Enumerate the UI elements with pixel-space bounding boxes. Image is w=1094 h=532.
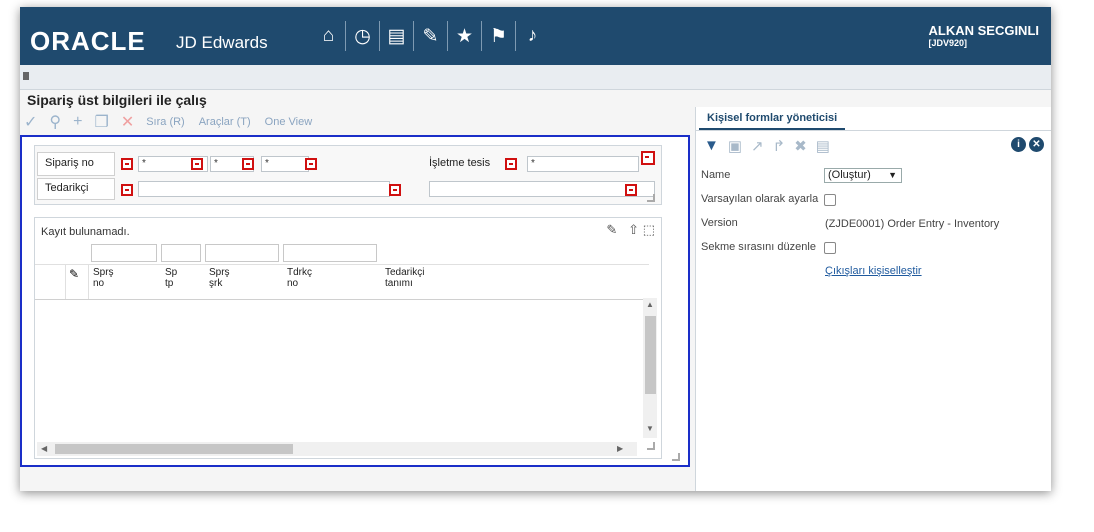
form-toolbar: ✓ ⚲ + ❐ ✕ Sıra (R) Araçlar (T) One View (24, 112, 326, 132)
personal-forms-panel: Kişisel formlar yöneticisi ▼ ▣ ↗ ↱ ✖ ▤ i… (695, 107, 1051, 491)
save-icon[interactable]: ▼ (704, 137, 719, 155)
version-value: (ZJDE0001) Order Entry - Inventory (825, 218, 1000, 230)
order-no-field-3[interactable]: * (261, 156, 309, 172)
horizontal-scrollbar[interactable]: ◀ ▶ (37, 442, 637, 456)
form-area: Sipariş no * * * Tedarikçi İşletme tesis… (20, 135, 690, 467)
required-icon (505, 158, 517, 170)
business-unit-field[interactable]: * (527, 156, 639, 172)
grid-column-header: ✎ Sprş no Sp tp Sprş şrk Tdrkç no Tedarikçi t… (35, 264, 649, 300)
col-order-no[interactable]: Sprş no (93, 267, 114, 289)
col-supplier-no[interactable]: Tdrkç no (287, 267, 312, 289)
user-name: ALKAN SECGINLI (928, 23, 1040, 38)
required-icon (641, 151, 655, 165)
required-icon (242, 158, 254, 170)
top-navigation-bar: ORACLE JD Edwards ⌂ ◷ ▤ ✎ ★ ⚑ ♪ ALKAN SE… (20, 7, 1051, 65)
resize-handle[interactable] (672, 453, 680, 461)
default-checkbox[interactable] (824, 194, 836, 206)
star-icon[interactable]: ★ (448, 21, 482, 51)
panel-toolbar: ▼ ▣ ↗ ↱ ✖ ▤ (704, 137, 839, 155)
filter-order-no[interactable] (91, 244, 157, 262)
sequence-menu[interactable]: Sıra (R) (146, 116, 185, 128)
user-environment: [JDV920] (928, 38, 968, 48)
col-supplier-description[interactable]: Tedarikçi tanımı (385, 267, 424, 289)
chart-icon[interactable]: ▤ (380, 21, 414, 51)
required-icon (121, 158, 133, 170)
supplier-label: Tedarikçi (45, 182, 89, 194)
panel-info-controls: i ✕ (1008, 137, 1044, 152)
fullscreen-icon[interactable]: ⬚ (643, 222, 655, 237)
delete-form-icon[interactable]: ✖ (794, 137, 807, 155)
notes-icon[interactable]: ▤ (816, 137, 830, 155)
no-records-message: Kayıt bulunamadı. (41, 226, 130, 238)
filter-supplier-no[interactable] (283, 244, 377, 262)
resize-handle[interactable] (647, 194, 655, 202)
required-icon (389, 184, 401, 196)
oneview-menu[interactable]: One View (265, 116, 313, 128)
default-label: Varsayılan olarak ayarla (701, 193, 819, 205)
chevron-down-icon: ▼ (888, 170, 897, 180)
horizontal-scroll-thumb[interactable] (55, 444, 293, 454)
collapse-icon[interactable] (23, 72, 29, 80)
check-icon[interactable]: ✓ (24, 112, 37, 132)
filter-order-type[interactable] (161, 244, 201, 262)
tab-personal-forms[interactable]: Kişisel formlar yöneticisi (699, 109, 846, 131)
copy-icon[interactable]: ❐ (94, 112, 108, 132)
share-icon[interactable]: ↗ (751, 137, 764, 155)
publish-icon[interactable]: ↱ (773, 137, 786, 155)
user-menu[interactable]: ALKAN SECGINLI [JDV920] (929, 23, 1040, 48)
upload-icon[interactable]: ⇧ (628, 222, 639, 237)
col-order-company[interactable]: Sprş şrk (209, 267, 230, 289)
search-icon[interactable]: ⚲ (49, 112, 61, 132)
tab-order-label: Sekme sırasını düzenle (701, 241, 816, 253)
business-unit-label: İşletme tesis (429, 157, 491, 169)
name-select[interactable]: (Oluştur) ▼ (824, 168, 902, 183)
column-settings-icon[interactable]: ✎ (69, 267, 79, 281)
home-icon[interactable]: ⌂ (312, 21, 346, 51)
flag-icon[interactable]: ⚑ (482, 21, 516, 51)
select-column: ✎ (65, 265, 89, 299)
description-field[interactable] (429, 181, 655, 197)
tools-menu[interactable]: Araçlar (T) (199, 116, 251, 128)
page-title: Sipariş üst bilgileri ile çalış (27, 92, 207, 108)
name-label: Name (701, 169, 731, 181)
header-filter-box: Sipariş no * * * Tedarikçi İşletme tesis… (34, 145, 662, 205)
edit-icon[interactable]: ✎ (414, 21, 448, 51)
required-icon (625, 184, 637, 196)
bell-icon[interactable]: ♪ (516, 21, 549, 51)
info-icon[interactable]: i (1011, 137, 1026, 152)
export-icon[interactable]: ✎ (606, 222, 617, 237)
add-icon[interactable]: + (73, 113, 82, 131)
app-window: ORACLE JD Edwards ⌂ ◷ ▤ ✎ ★ ⚑ ♪ ALKAN SE… (20, 7, 1051, 491)
filter-order-company[interactable] (205, 244, 279, 262)
version-label: Version (701, 217, 738, 229)
grid-tools: ✎ ⇧ ⬚ (606, 222, 655, 238)
delete-icon[interactable]: ✕ (121, 112, 134, 132)
resize-handle[interactable] (647, 442, 655, 450)
vertical-scroll-thumb[interactable] (645, 316, 656, 394)
oracle-logo: ORACLE (30, 26, 146, 56)
tab-order-checkbox[interactable] (824, 242, 836, 254)
required-icon (305, 158, 317, 170)
product-name: JD Edwards (176, 33, 268, 52)
required-icon (121, 184, 133, 196)
save-as-icon[interactable]: ▣ (728, 137, 742, 155)
sub-toolbar (20, 65, 1051, 90)
clock-icon[interactable]: ◷ (346, 21, 380, 51)
col-order-type[interactable]: Sp tp (165, 267, 177, 289)
required-icon (191, 158, 203, 170)
close-icon[interactable]: ✕ (1029, 137, 1044, 152)
personalize-exits-link[interactable]: Çıkışları kişiselleştir (825, 265, 922, 277)
nav-icon-bar: ⌂ ◷ ▤ ✎ ★ ⚑ ♪ (312, 21, 549, 51)
vertical-scrollbar[interactable]: ▲ ▼ (643, 298, 657, 438)
order-no-label: Sipariş no (45, 157, 94, 169)
supplier-field[interactable] (138, 181, 390, 197)
results-grid: Kayıt bulunamadı. ✎ ⇧ ⬚ ✎ Sprş no Sp tp Sp… (34, 217, 662, 459)
